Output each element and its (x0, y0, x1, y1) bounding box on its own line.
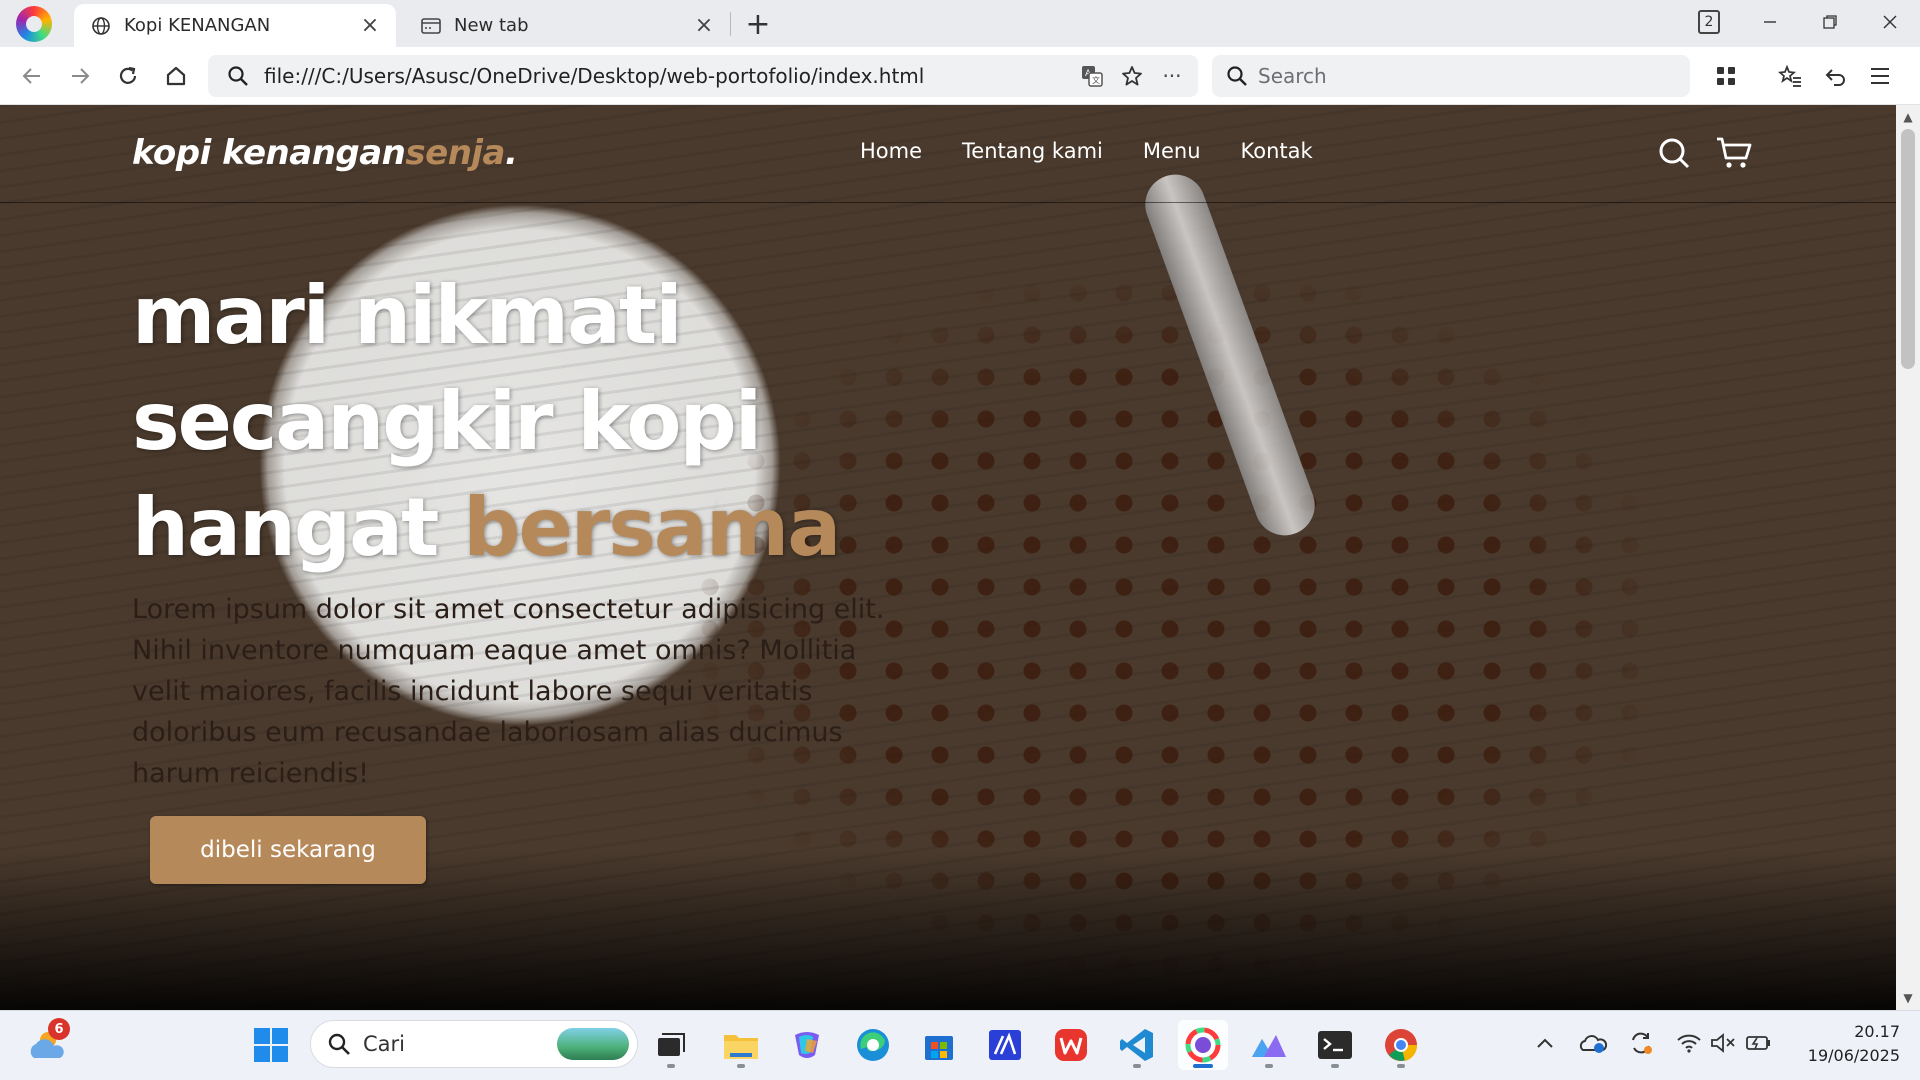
logo-dot: . (505, 133, 518, 173)
browser-logo-icon[interactable] (16, 6, 52, 42)
taskbar-clock[interactable]: 20.17 19/06/2025 (1790, 1020, 1900, 1068)
search-bar[interactable] (1212, 55, 1690, 97)
sync-icon[interactable] (1626, 1028, 1656, 1058)
favorites-icon[interactable] (1772, 58, 1808, 94)
tab-count-badge[interactable]: 2 (1698, 10, 1720, 34)
running-indicator (1397, 1064, 1405, 1068)
nav-link-menu[interactable]: Menu (1143, 139, 1201, 163)
taskbar-search-label: Cari (363, 1032, 405, 1056)
hero-title-line: mari nikmati (132, 269, 683, 362)
hero-title: mari nikmati secangkir kopi hangat bersa… (132, 263, 912, 581)
wps-icon[interactable] (1046, 1020, 1096, 1070)
globe-icon (90, 15, 112, 37)
task-view-icon[interactable] (646, 1020, 696, 1070)
terminal-icon[interactable] (1310, 1020, 1360, 1070)
close-tab-icon[interactable]: × (692, 13, 716, 38)
menu-icon[interactable] (1862, 58, 1898, 94)
vscode-icon[interactable] (1112, 1020, 1162, 1070)
tab-label: New tab (454, 15, 529, 36)
more-icon[interactable]: ··· (1152, 56, 1192, 96)
battery-icon[interactable] (1744, 1028, 1774, 1058)
translate-icon[interactable]: A文 (1072, 56, 1112, 96)
browser-tab-bar: Kopi KENANGAN × New tab × + 2 (0, 0, 1920, 47)
nav-link-tentang-kami[interactable]: Tentang kami (962, 139, 1103, 163)
chevron-up-icon[interactable] (1530, 1028, 1560, 1058)
scroll-thumb[interactable] (1901, 129, 1915, 369)
running-indicator (1265, 1064, 1273, 1068)
hero-description: Lorem ipsum dolor sit amet consectetur a… (132, 594, 885, 789)
site-nav-links: Home Tentang kami Menu Kontak (860, 139, 1313, 163)
page-scrollbar[interactable]: ▲ ▼ (1896, 105, 1920, 1010)
forward-button[interactable] (62, 58, 98, 94)
back-button[interactable] (14, 58, 50, 94)
tab-divider (730, 12, 731, 36)
running-indicator (1331, 1064, 1339, 1068)
search-icon (226, 64, 250, 88)
restore-button[interactable] (1800, 0, 1860, 44)
newtab-icon (420, 15, 442, 37)
search-highlight-art (557, 1028, 629, 1060)
buy-now-button[interactable]: dibeli sekarang (150, 816, 426, 884)
scroll-up-icon[interactable]: ▲ (1896, 107, 1920, 127)
hero-title-accent: bersama (463, 481, 841, 574)
nav-link-kontak[interactable]: Kontak (1241, 139, 1313, 163)
taskbar-search[interactable]: Cari (310, 1020, 638, 1068)
search-icon (325, 1030, 353, 1058)
hero-title-line: secangkir kopi (132, 375, 762, 468)
new-tab-button[interactable]: + (742, 7, 774, 42)
wifi-icon[interactable] (1674, 1028, 1704, 1058)
star-icon[interactable] (1112, 56, 1152, 96)
nav-link-home[interactable]: Home (860, 139, 922, 163)
tab-new-tab[interactable]: New tab × (404, 4, 730, 47)
store-icon[interactable] (914, 1020, 964, 1070)
svg-text:文: 文 (1092, 75, 1100, 85)
volume-muted-icon[interactable] (1708, 1028, 1738, 1058)
close-tab-icon[interactable]: × (358, 13, 382, 38)
onedrive-icon[interactable] (1578, 1028, 1608, 1058)
page-viewport: kopi kenangansenja. Home Tentang kami Me… (0, 105, 1896, 1010)
scroll-down-icon[interactable]: ▼ (1896, 988, 1920, 1008)
apps-grid-icon[interactable] (1708, 58, 1744, 94)
browser-icon[interactable] (1178, 1020, 1228, 1070)
tab-label: Kopi KENANGAN (124, 15, 271, 36)
logo-main-text: kopi kenangan (132, 133, 406, 173)
start-icon[interactable] (246, 1020, 296, 1070)
running-indicator (1133, 1064, 1141, 1068)
address-bar[interactable]: file:///C:/Users/Asusc/OneDrive/Desktop/… (208, 55, 1198, 97)
weather-badge: 6 (48, 1018, 70, 1040)
clock-time: 20.17 (1854, 1022, 1900, 1041)
hero-title-line: hangat (132, 481, 439, 574)
search-icon (1224, 63, 1250, 89)
paint-icon[interactable] (1244, 1020, 1294, 1070)
copilot-icon[interactable] (782, 1020, 832, 1070)
site-logo[interactable]: kopi kenangansenja. (132, 133, 518, 173)
chrome-icon[interactable] (1376, 1020, 1426, 1070)
browser-toolbar: file:///C:/Users/Asusc/OneDrive/Desktop/… (0, 47, 1920, 105)
logo-accent-text: senja (405, 133, 505, 173)
app-icon[interactable] (980, 1020, 1030, 1070)
cart-icon[interactable] (1714, 133, 1754, 173)
search-input[interactable] (1258, 64, 1658, 88)
running-indicator (737, 1064, 745, 1068)
reload-button[interactable] (110, 58, 146, 94)
edge-icon[interactable] (848, 1020, 898, 1070)
hero-section: mari nikmati secangkir kopi hangat bersa… (132, 263, 912, 884)
clock-date: 19/06/2025 (1807, 1046, 1900, 1065)
tab-kopi-kenangan[interactable]: Kopi KENANGAN × (74, 4, 396, 47)
site-navbar: kopi kenangansenja. Home Tentang kami Me… (0, 105, 1896, 203)
running-indicator (1193, 1064, 1213, 1068)
undo-icon[interactable] (1818, 58, 1854, 94)
home-button[interactable] (158, 58, 194, 94)
running-indicator (667, 1064, 675, 1068)
close-window-button[interactable] (1860, 0, 1920, 44)
file-explorer-icon[interactable] (716, 1020, 766, 1070)
minimize-button[interactable] (1740, 0, 1800, 44)
address-text[interactable]: file:///C:/Users/Asusc/OneDrive/Desktop/… (264, 64, 1072, 88)
search-icon[interactable] (1654, 133, 1694, 173)
